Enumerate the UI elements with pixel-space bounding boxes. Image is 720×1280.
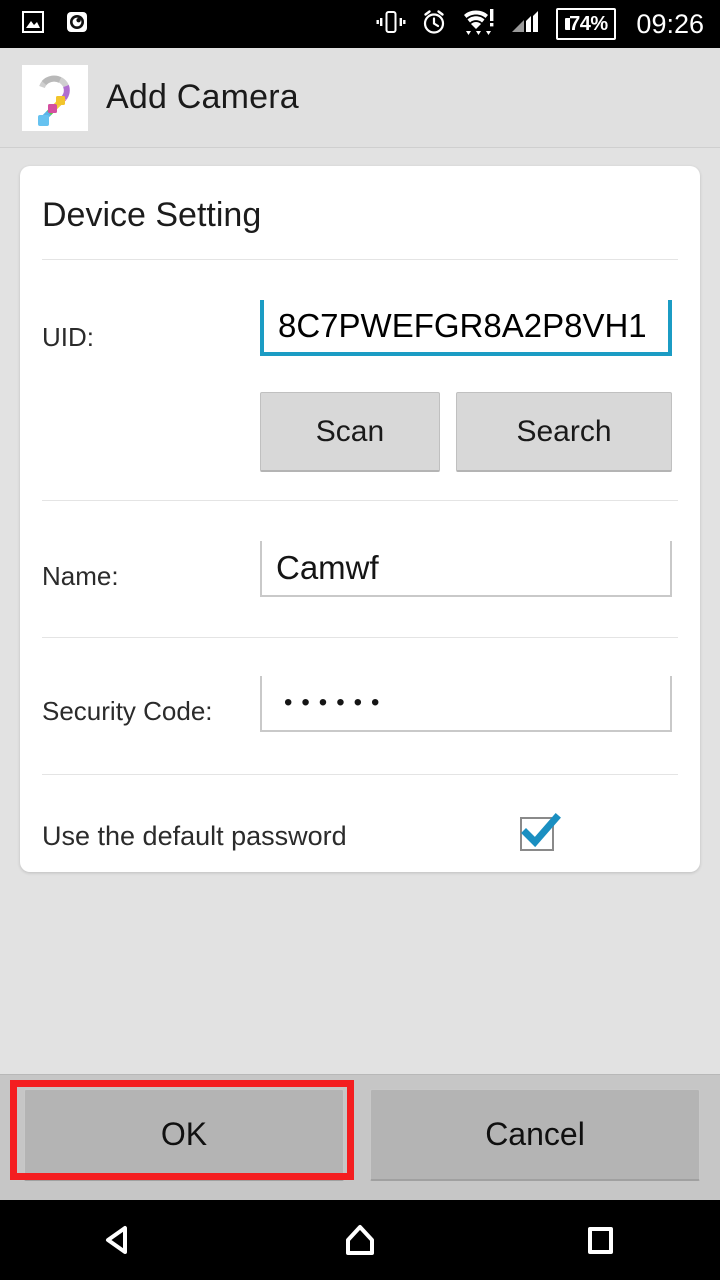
scan-button[interactable]: Scan [260, 392, 440, 472]
vibrate-icon [376, 8, 406, 41]
app-bar: Add Camera [0, 48, 720, 148]
cancel-button[interactable]: Cancel [370, 1089, 700, 1181]
name-row: Name: [20, 541, 700, 613]
back-icon [106, 1226, 127, 1254]
name-label: Name: [42, 561, 119, 591]
phone-screen: 74% 09:26 Add Camera Device Setting UID:… [0, 0, 720, 1280]
dialog-button-bar: OK Cancel [0, 1074, 720, 1201]
status-bar-right-icons: 74% 09:26 [376, 7, 704, 42]
uid-row: UID: [20, 300, 700, 372]
ok-button[interactable]: OK [24, 1089, 344, 1181]
status-bar-left-icons [20, 9, 90, 40]
default-password-row[interactable]: Use the default password [20, 813, 700, 872]
divider-name [42, 637, 678, 638]
battery-percent: 74% [569, 13, 608, 35]
security-code-row: Security Code: [20, 676, 700, 746]
app-logo-icon [22, 64, 88, 131]
nav-back-button[interactable] [60, 1200, 180, 1280]
uid-input[interactable] [260, 300, 672, 356]
recents-icon [588, 1227, 613, 1254]
default-password-checkbox[interactable] [518, 811, 562, 855]
status-bar: 74% 09:26 [0, 0, 720, 48]
search-button[interactable]: Search [456, 392, 672, 472]
disc-icon [64, 9, 90, 40]
battery-icon: 74% [556, 8, 617, 40]
home-icon [346, 1225, 374, 1255]
divider-security [42, 774, 678, 775]
nav-home-button[interactable] [300, 1200, 420, 1280]
cellular-signal-icon [510, 8, 540, 41]
alarm-icon [420, 8, 448, 41]
battery-body: 74% [556, 8, 617, 40]
divider-top [42, 259, 678, 260]
android-nav-bar [0, 1200, 720, 1280]
divider-uid [42, 500, 678, 501]
checkbox-box [520, 817, 554, 851]
app-title: Add Camera [106, 78, 299, 116]
image-icon [20, 9, 46, 40]
uid-label: UID: [42, 322, 94, 352]
security-code-label: Security Code: [42, 696, 213, 726]
card-title: Device Setting [42, 196, 262, 234]
device-setting-card: Device Setting UID: Scan Search Name: Se… [20, 166, 700, 872]
default-password-label: Use the default password [42, 821, 347, 851]
security-code-input[interactable] [260, 676, 672, 732]
wifi-warning-icon [462, 7, 496, 42]
name-input[interactable] [260, 541, 672, 597]
uid-action-buttons: Scan Search [20, 392, 700, 472]
nav-recents-button[interactable] [540, 1200, 660, 1280]
status-bar-clock: 09:26 [636, 8, 704, 39]
